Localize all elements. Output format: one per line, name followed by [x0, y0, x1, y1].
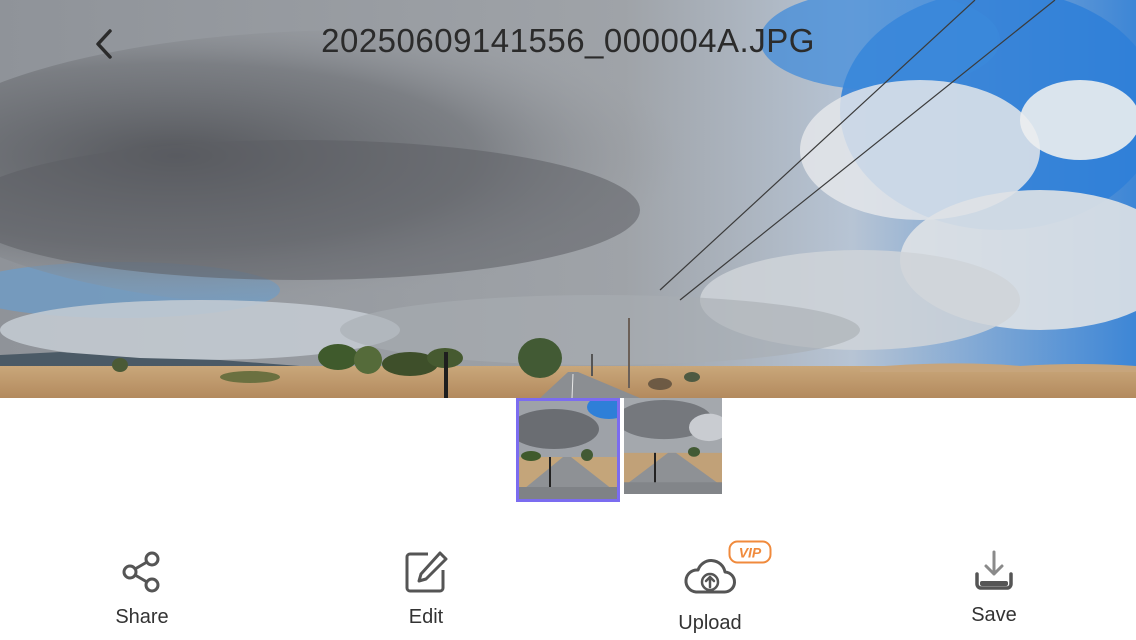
bottom-toolbar: Share Edit VIP Upload Save	[0, 540, 1136, 640]
upload-label: Upload	[678, 612, 742, 634]
thumbnail-1[interactable]	[516, 398, 620, 502]
share-button[interactable]: Share	[72, 550, 212, 629]
photo-preview[interactable]: 20250609141556_000004A.JPG	[0, 0, 1136, 398]
title-bar: 20250609141556_000004A.JPG	[0, 0, 1136, 90]
save-button[interactable]: Save	[924, 548, 1064, 627]
thumbnail-2[interactable]	[624, 398, 722, 494]
edit-button[interactable]: Edit	[356, 550, 496, 629]
share-icon	[122, 551, 160, 593]
share-label: Share	[115, 606, 169, 628]
download-icon	[975, 550, 1013, 590]
file-name-title: 20250609141556_000004A.JPG	[321, 22, 815, 59]
thumbnail-strip	[516, 398, 722, 502]
save-label: Save	[971, 604, 1017, 626]
vip-badge-text: VIP	[739, 545, 762, 561]
thumbnail-image	[624, 398, 722, 494]
edit-icon	[405, 551, 448, 593]
edit-label: Edit	[408, 606, 444, 628]
upload-button[interactable]: VIP Upload	[640, 540, 780, 635]
thumbnail-image	[519, 401, 617, 499]
vip-badge: VIP	[728, 540, 772, 564]
